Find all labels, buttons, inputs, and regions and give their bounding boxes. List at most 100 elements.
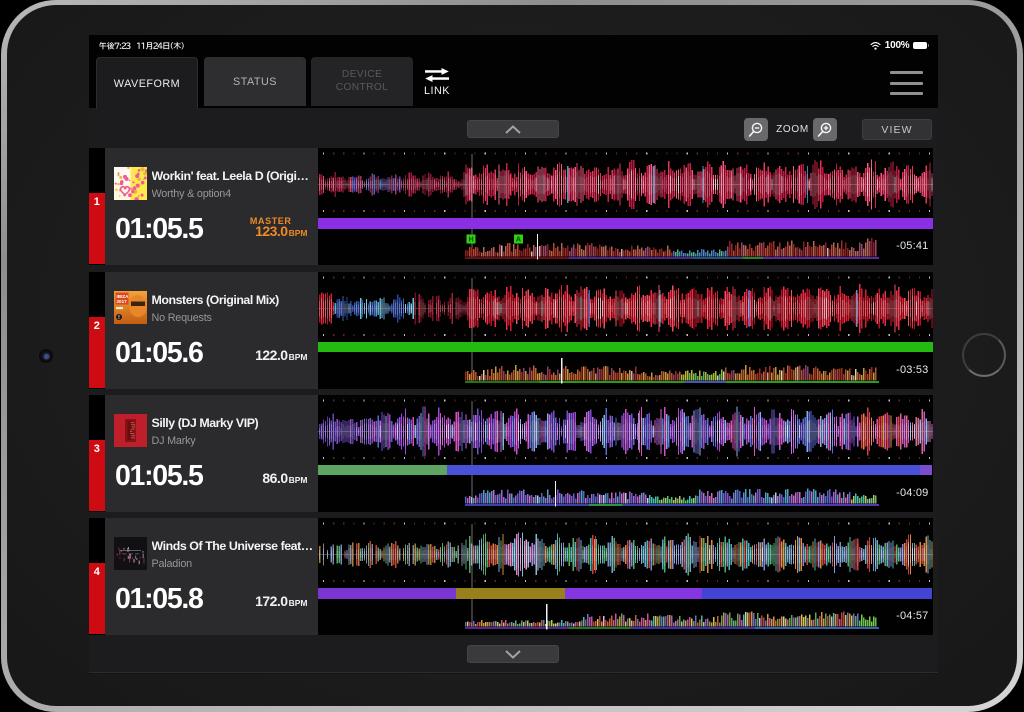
menu-bar	[890, 92, 923, 95]
deck-row: 1 Workin' feat. Leela D (Origi… Worthy &…	[89, 148, 933, 265]
overview-waveform[interactable]	[465, 480, 879, 510]
waveform-display[interactable]: -04:09	[317, 394, 933, 512]
battery-icon	[913, 41, 930, 50]
zoom-out-button[interactable]	[744, 118, 768, 141]
tab-waveform[interactable]: WAVEFORM	[96, 57, 198, 109]
overview-waveform[interactable]: HA	[465, 234, 879, 263]
front-camera	[39, 349, 53, 363]
view-button-label: VIEW	[881, 123, 913, 136]
deck-info-panel[interactable]: Silly (DJ Marky VIP) DJ Marky 01:05.5 MA…	[104, 394, 318, 512]
collapse-down-button[interactable]	[467, 645, 559, 663]
deck-info-panel[interactable]: Workin' feat. Leela D (Origi… Worthy & o…	[104, 148, 318, 265]
tab-device-control[interactable]: DEVICE CONTROL	[311, 57, 413, 106]
deck-row: 3 Silly (DJ Marky VIP) DJ Marky 01:05.5 …	[89, 394, 933, 512]
view-button[interactable]: VIEW	[862, 119, 932, 140]
remaining-time: -04:57	[896, 610, 929, 622]
overview-waveform[interactable]	[465, 604, 879, 633]
bpm-value: 86.0	[262, 469, 288, 486]
deck-number: 2	[93, 319, 100, 332]
bpm-readout: 123.0BPM	[198, 223, 308, 240]
bpm-block: MASTER 123.0BPM	[198, 216, 308, 240]
status-bar-right: 100%	[870, 39, 930, 52]
track-artist: DJ Marky	[151, 434, 196, 447]
tab-waveform-label: WAVEFORM	[113, 77, 181, 90]
album-art	[114, 167, 147, 200]
chevron-down-icon	[505, 649, 521, 659]
menu-bar	[890, 81, 923, 85]
album-art	[114, 537, 147, 570]
deck-number: 1	[93, 196, 100, 208]
menu-bar	[890, 71, 923, 74]
deck-number: 3	[93, 442, 100, 455]
track-progress-bar	[317, 464, 933, 475]
home-button[interactable]	[962, 333, 1006, 377]
album-art	[114, 413, 147, 447]
svg-text:A: A	[516, 237, 521, 244]
app-screen: 100% WAVEFORM STATUS DEVICE CONTROL LINK	[89, 35, 938, 674]
deck-number-tab[interactable]: 3	[89, 439, 105, 511]
deck-info-panel[interactable]: Winds Of The Universe feat… Paladion 01:…	[104, 518, 318, 635]
magnifier-minus-icon	[748, 122, 763, 137]
bpm-unit: BPM	[288, 598, 308, 608]
zoom-in-button[interactable]	[813, 118, 837, 141]
tab-link-label: LINK	[423, 84, 450, 97]
track-title: Winds Of The Universe feat…	[151, 539, 314, 553]
waveform-display[interactable]: -03:53	[317, 271, 933, 389]
remaining-time: -04:09	[896, 486, 929, 499]
bpm-value: 172.0	[255, 593, 288, 609]
elapsed-time: 01:05.5	[115, 459, 204, 492]
bpm-block: MASTER 122.0BPM	[198, 340, 308, 364]
elapsed-time: 01:05.5	[115, 213, 204, 245]
elapsed-time: 01:05.6	[115, 336, 204, 369]
deck-number-tab[interactable]: 4	[89, 563, 105, 634]
waveform-display[interactable]: -04:57	[317, 518, 933, 635]
bpm-unit: BPM	[288, 228, 308, 238]
deck-number-tab[interactable]: 2	[89, 316, 105, 388]
track-progress-bar	[317, 588, 933, 599]
deck-number-tab[interactable]: 1	[89, 193, 105, 264]
deck-row: 2 IBIZA 2017! Monsters (Original Mix) No …	[89, 271, 933, 389]
track-title: Silly (DJ Marky VIP)	[151, 415, 259, 430]
deck-number: 4	[93, 566, 100, 578]
album-art: IBIZA 2017!	[114, 290, 147, 324]
bpm-readout: 122.0BPM	[198, 348, 308, 364]
tab-status[interactable]: STATUS	[204, 57, 306, 106]
overview-waveform[interactable]	[465, 357, 879, 387]
bpm-readout: 172.0BPM	[198, 593, 308, 610]
bpm-block: MASTER 172.0BPM	[198, 586, 308, 610]
link-sync-icon	[425, 67, 449, 82]
bpm-readout: 86.0BPM	[198, 469, 307, 487]
svg-text:2017: 2017	[117, 299, 128, 304]
track-artist: Paladion	[151, 558, 193, 570]
zoom-label: ZOOM	[776, 124, 809, 135]
bottom-divider	[89, 672, 938, 674]
remaining-time: -05:41	[896, 240, 929, 252]
bpm-block: MASTER 86.0BPM	[198, 463, 307, 487]
ipad-frame: 100% WAVEFORM STATUS DEVICE CONTROL LINK	[1, 0, 1023, 712]
master-badge: MASTER	[249, 216, 292, 226]
status-bar-clock	[99, 42, 184, 50]
deck-row: 4 Winds Of The Universe feat… Paladion 0…	[89, 518, 933, 635]
wifi-icon	[870, 41, 881, 50]
battery-percent: 100%	[884, 40, 910, 51]
svg-text:H: H	[469, 237, 474, 244]
chevron-up-icon	[505, 124, 521, 134]
track-artist: No Requests	[151, 311, 212, 324]
tab-status-label: STATUS	[233, 75, 277, 88]
track-progress-bar	[317, 218, 933, 229]
bpm-value: 123.0	[255, 223, 288, 239]
camera-lens-dot	[43, 353, 49, 359]
track-title: Monsters (Original Mix)	[151, 292, 280, 307]
magnifier-plus-icon	[817, 122, 832, 137]
elapsed-time: 01:05.8	[115, 583, 204, 615]
tab-link[interactable]: LINK	[413, 57, 461, 106]
track-progress-bar	[317, 341, 933, 352]
deck-info-panel[interactable]: IBIZA 2017! Monsters (Original Mix) No Re…	[104, 271, 318, 389]
collapse-up-button[interactable]	[467, 120, 559, 138]
menu-icon[interactable]	[890, 71, 923, 95]
waveform-display[interactable]: HA -05:41	[317, 148, 933, 265]
remaining-time: -03:53	[896, 363, 929, 376]
bpm-unit: BPM	[288, 351, 308, 362]
track-title: Workin' feat. Leela D (Origi…	[151, 169, 309, 183]
track-artist: Worthy & option4	[151, 188, 232, 200]
